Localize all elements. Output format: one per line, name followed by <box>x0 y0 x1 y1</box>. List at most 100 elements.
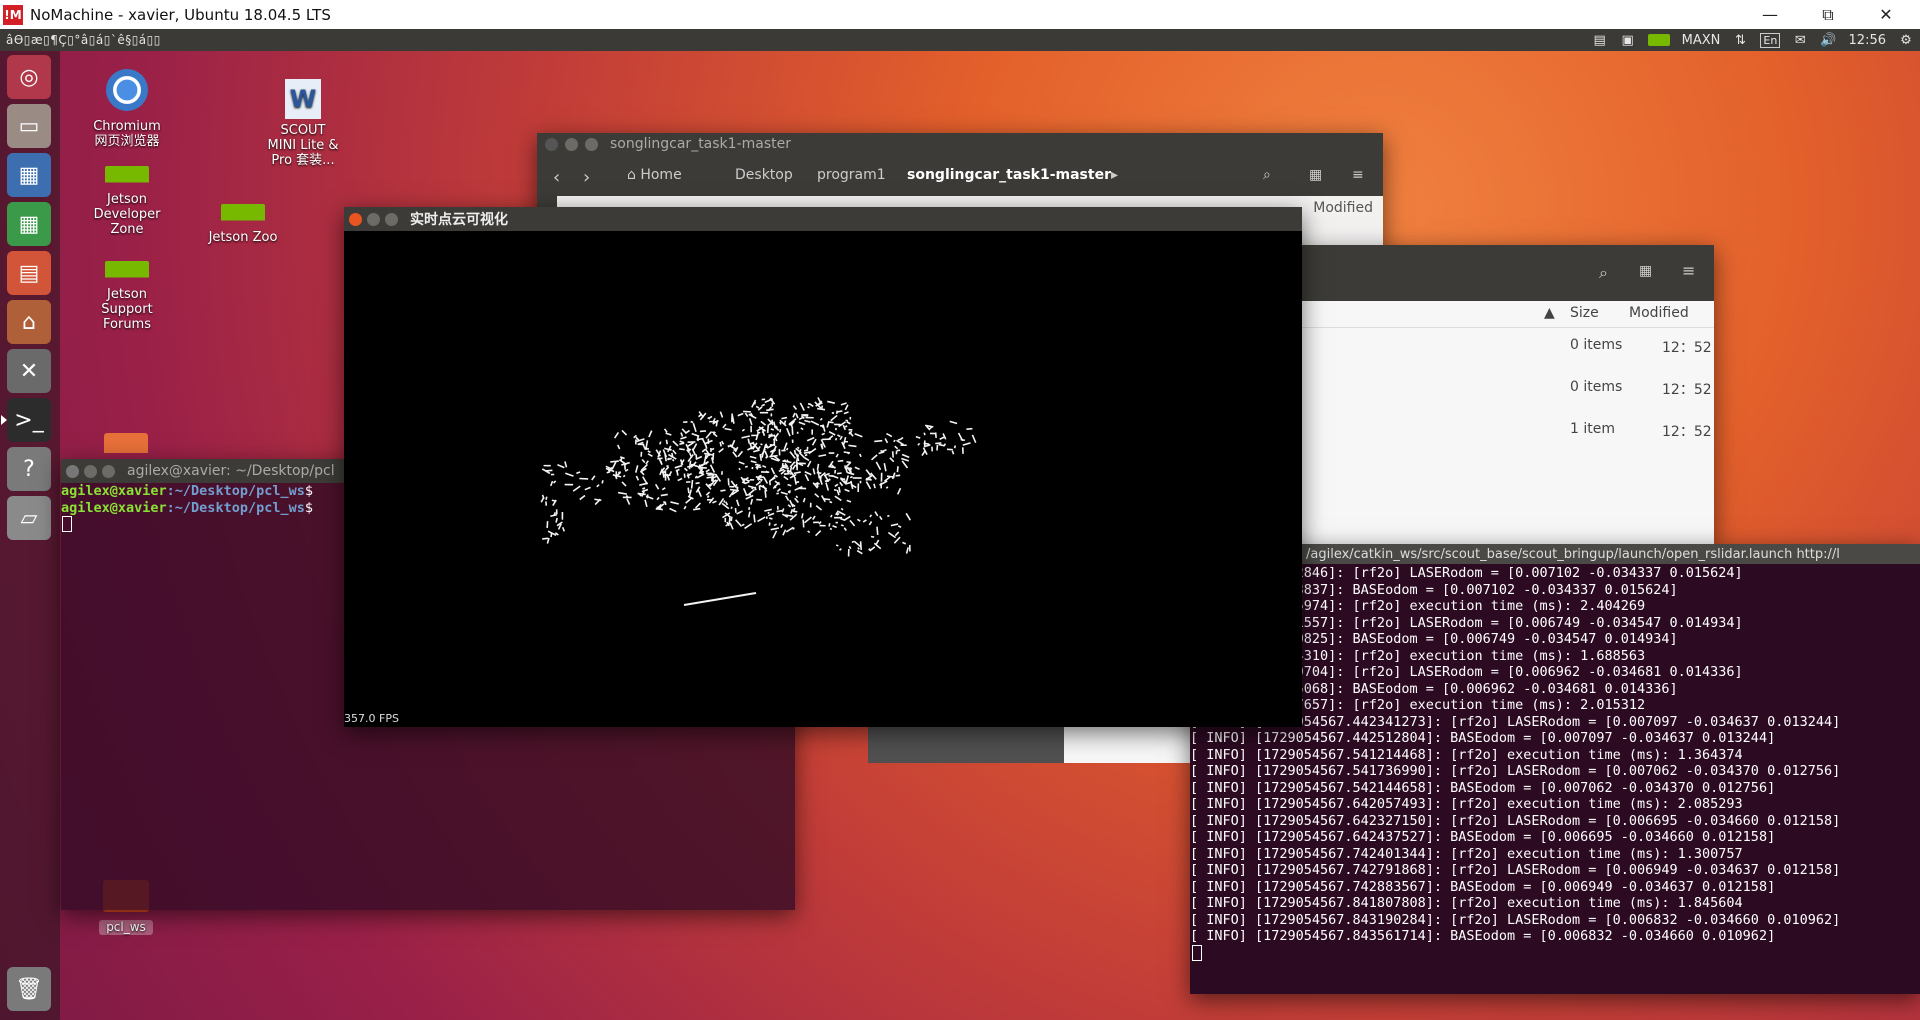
breadcrumb-next-icon[interactable]: ▸ <box>1111 167 1118 183</box>
pointcloud-point <box>879 515 883 521</box>
volume-icon[interactable]: 🔊 <box>1820 33 1836 48</box>
pointcloud-point <box>706 495 710 499</box>
desktop-icon-jetson-dev-zone[interactable]: Jetson Developer Zone <box>84 166 170 237</box>
breadcrumb-desktop[interactable]: Desktop <box>735 167 793 183</box>
pointcloud-point <box>869 514 873 518</box>
help-icon[interactable]: ? <box>7 447 51 491</box>
desktop-icon-scout-doc[interactable]: W SCOUT MINI Lite & Pro 套装... <box>260 79 346 168</box>
settings-icon[interactable]: ✕ <box>7 349 51 393</box>
mail-icon[interactable]: ✉ <box>1792 33 1808 48</box>
pointcloud-point <box>696 473 705 479</box>
back-button[interactable]: ‹ <box>553 167 560 188</box>
pointcloud-point <box>683 467 688 472</box>
drive-icon[interactable]: ▱ <box>7 496 51 540</box>
pointcloud-point <box>747 438 751 444</box>
pointcloud-point <box>669 507 677 513</box>
terminal-output[interactable]: agilex@xavier:~/Desktop/pcl_ws$ agilex@x… <box>61 483 313 532</box>
impress-icon[interactable]: ▤ <box>7 251 51 295</box>
gear-icon[interactable]: ⚙ <box>1898 33 1914 48</box>
menu-icon[interactable]: ≡ <box>1352 167 1364 183</box>
row-size[interactable]: 0 items <box>1570 337 1622 353</box>
terminal-icon[interactable]: >_ <box>1 398 51 442</box>
search-icon[interactable]: ⌕ <box>1263 167 1271 183</box>
search-icon[interactable]: ⌕ <box>1599 263 1608 283</box>
pointcloud-point <box>935 442 942 445</box>
pointcloud-point <box>750 498 754 505</box>
minimize-button[interactable]: — <box>1741 0 1799 29</box>
nvidia-icon[interactable] <box>1647 34 1670 46</box>
ubuntu-dash-icon[interactable]: ◎ <box>7 55 51 99</box>
window-close-button[interactable] <box>349 212 362 226</box>
window-close-button[interactable] <box>66 464 79 478</box>
window-minimize-button[interactable] <box>565 138 578 151</box>
files-icon[interactable]: ▭ <box>7 104 51 148</box>
folder-icon[interactable] <box>104 433 148 453</box>
column-modified[interactable]: Modified <box>1629 305 1689 321</box>
pointcloud-point <box>639 482 649 486</box>
forward-button[interactable]: › <box>583 167 590 188</box>
pointcloud-point <box>734 446 739 453</box>
close-button[interactable]: ✕ <box>1857 0 1915 29</box>
terminal-log-line: [ INFO] [1729054567.742883567]: BASEodom… <box>1190 878 1776 895</box>
desktop-icon-chromium[interactable]: Chromium 网页浏览器 <box>84 69 170 149</box>
maximize-button[interactable]: ⧉ <box>1799 0 1857 29</box>
window-minimize-button[interactable] <box>367 212 380 226</box>
breadcrumb-program1[interactable]: program1 <box>817 167 886 183</box>
pointcloud-point <box>844 425 848 428</box>
row-size[interactable]: 0 items <box>1570 379 1622 395</box>
pointcloud-point <box>679 442 685 445</box>
remote-desktop: âӨ▯æ▯¶Ç▯°â▯á▯`ê§▯á▯▯ ▤ ▣ MAXN ⇅ En ✉ 🔊 1… <box>0 29 1920 1020</box>
network-icon[interactable]: ⇅ <box>1732 33 1748 48</box>
row-size[interactable]: 1 item <box>1570 421 1615 437</box>
row-modified[interactable]: 12：52 <box>1662 379 1712 399</box>
pointcloud-point <box>842 436 847 446</box>
clock[interactable]: 12:56 <box>1849 33 1886 48</box>
row-modified[interactable]: 12：52 <box>1662 337 1712 357</box>
trash-icon[interactable]: 🗑 <box>7 967 51 1011</box>
desktop-icon-jetson-zoo[interactable]: Jetson Zoo <box>200 204 286 245</box>
pointcloud-point <box>688 489 693 498</box>
pointcloud-point <box>891 472 896 480</box>
pointcloud-canvas[interactable] <box>344 231 1302 727</box>
pointcloud-point <box>744 465 748 468</box>
software-center-icon[interactable]: ⌂ <box>7 300 51 344</box>
clipboard-icon[interactable]: ▤ <box>1592 33 1608 48</box>
window-close-button[interactable] <box>545 138 558 151</box>
column-modified[interactable]: Modified <box>1313 200 1373 216</box>
menu-icon[interactable]: ≡ <box>1682 261 1695 280</box>
pointcloud-point <box>736 510 743 515</box>
pointcloud-point <box>889 457 895 463</box>
view-grid-icon[interactable]: ▦ <box>1309 167 1322 183</box>
column-size[interactable]: Size <box>1570 305 1599 321</box>
calc-icon[interactable]: ▦ <box>7 202 51 246</box>
terminal-log-line: [ INFO] [1729054567.841807808]: [rf2o] e… <box>1190 895 1743 911</box>
pointcloud-point <box>897 525 902 528</box>
pointcloud-point <box>750 460 757 464</box>
window-maximize-button[interactable] <box>385 212 398 226</box>
window-maximize-button[interactable] <box>585 138 598 151</box>
pointcloud-point <box>645 440 649 450</box>
pointcloud-point <box>849 519 856 527</box>
writer-icon[interactable]: ▦ <box>7 153 51 197</box>
window-minimize-button[interactable] <box>84 464 97 478</box>
pointcloud-point <box>938 443 945 447</box>
pointcloud-point <box>865 469 872 477</box>
pointcloud-point <box>647 453 653 458</box>
nomachine-tray-icon[interactable]: ▣ <box>1620 33 1636 48</box>
keyboard-layout[interactable]: En <box>1760 32 1781 48</box>
pointcloud-point <box>840 507 844 511</box>
terminal-log-line: [ INFO] [1729054567.642057493]: [rf2o] e… <box>1190 796 1743 812</box>
pointcloud-point <box>694 502 702 509</box>
desktop-icon-jetson-forums[interactable]: Jetson Support Forums <box>84 261 170 332</box>
pointcloud-point <box>868 521 873 526</box>
power-mode-label[interactable]: MAXN <box>1682 33 1721 48</box>
pointcloud-point <box>859 541 863 550</box>
pointcloud-point <box>668 471 673 476</box>
app-menu[interactable]: âӨ▯æ▯¶Ç▯°â▯á▯`ê§▯á▯▯ <box>6 33 161 47</box>
pointcloud-point <box>756 431 761 434</box>
breadcrumb-home[interactable]: ⌂ Home <box>627 167 682 183</box>
window-maximize-button[interactable] <box>102 464 115 478</box>
breadcrumb-current[interactable]: songlingcar_task1-master <box>907 167 1111 183</box>
row-modified[interactable]: 12：52 <box>1662 421 1712 441</box>
view-grid-icon[interactable]: ▦ <box>1639 263 1652 279</box>
